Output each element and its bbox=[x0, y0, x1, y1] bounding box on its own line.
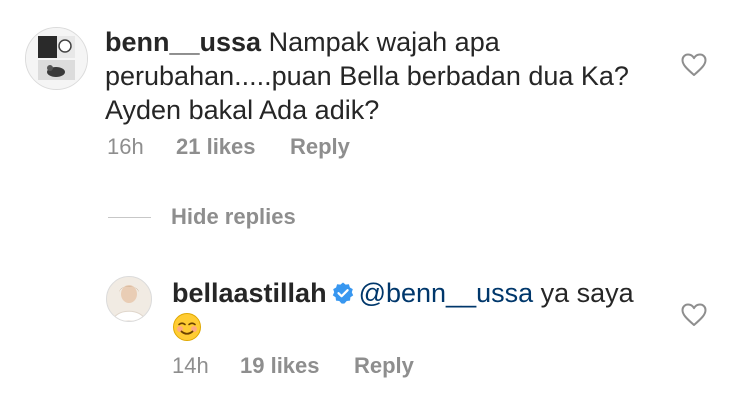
divider-line bbox=[108, 217, 151, 218]
mention-link[interactable]: @benn__ussa bbox=[359, 278, 534, 308]
smiling-face-emoji bbox=[172, 312, 202, 350]
hide-replies-label[interactable]: Hide replies bbox=[171, 204, 296, 230]
reply-text: ya saya bbox=[533, 278, 634, 308]
avatar[interactable] bbox=[25, 27, 88, 90]
comment-body: benn__ussa Nampak wajah apa perubahan...… bbox=[105, 25, 650, 127]
profile-photo-collage-icon bbox=[26, 28, 87, 89]
reply-button[interactable]: Reply bbox=[290, 134, 350, 160]
verified-badge-icon bbox=[332, 282, 353, 304]
comment-timestamp: 16h bbox=[107, 134, 144, 159]
smiling-face-emoji-icon bbox=[173, 313, 201, 341]
reply-timestamp: 14h bbox=[172, 353, 209, 378]
heart-outline-icon[interactable] bbox=[681, 303, 707, 327]
comment-username[interactable]: benn__ussa bbox=[105, 27, 261, 57]
avatar[interactable] bbox=[106, 276, 152, 322]
comment-thread: benn__ussa Nampak wajah apa perubahan...… bbox=[0, 0, 750, 404]
reply-username[interactable]: bellaastillah bbox=[172, 278, 327, 308]
comment-likes-count[interactable]: 21 likes bbox=[176, 134, 256, 160]
reply-likes-count[interactable]: 19 likes bbox=[240, 353, 320, 379]
heart-outline-icon[interactable] bbox=[681, 53, 707, 77]
reply-body: bellaastillah @benn__ussa ya saya bbox=[172, 276, 672, 350]
reply-button[interactable]: Reply bbox=[354, 353, 414, 379]
profile-photo-icon bbox=[107, 277, 151, 321]
